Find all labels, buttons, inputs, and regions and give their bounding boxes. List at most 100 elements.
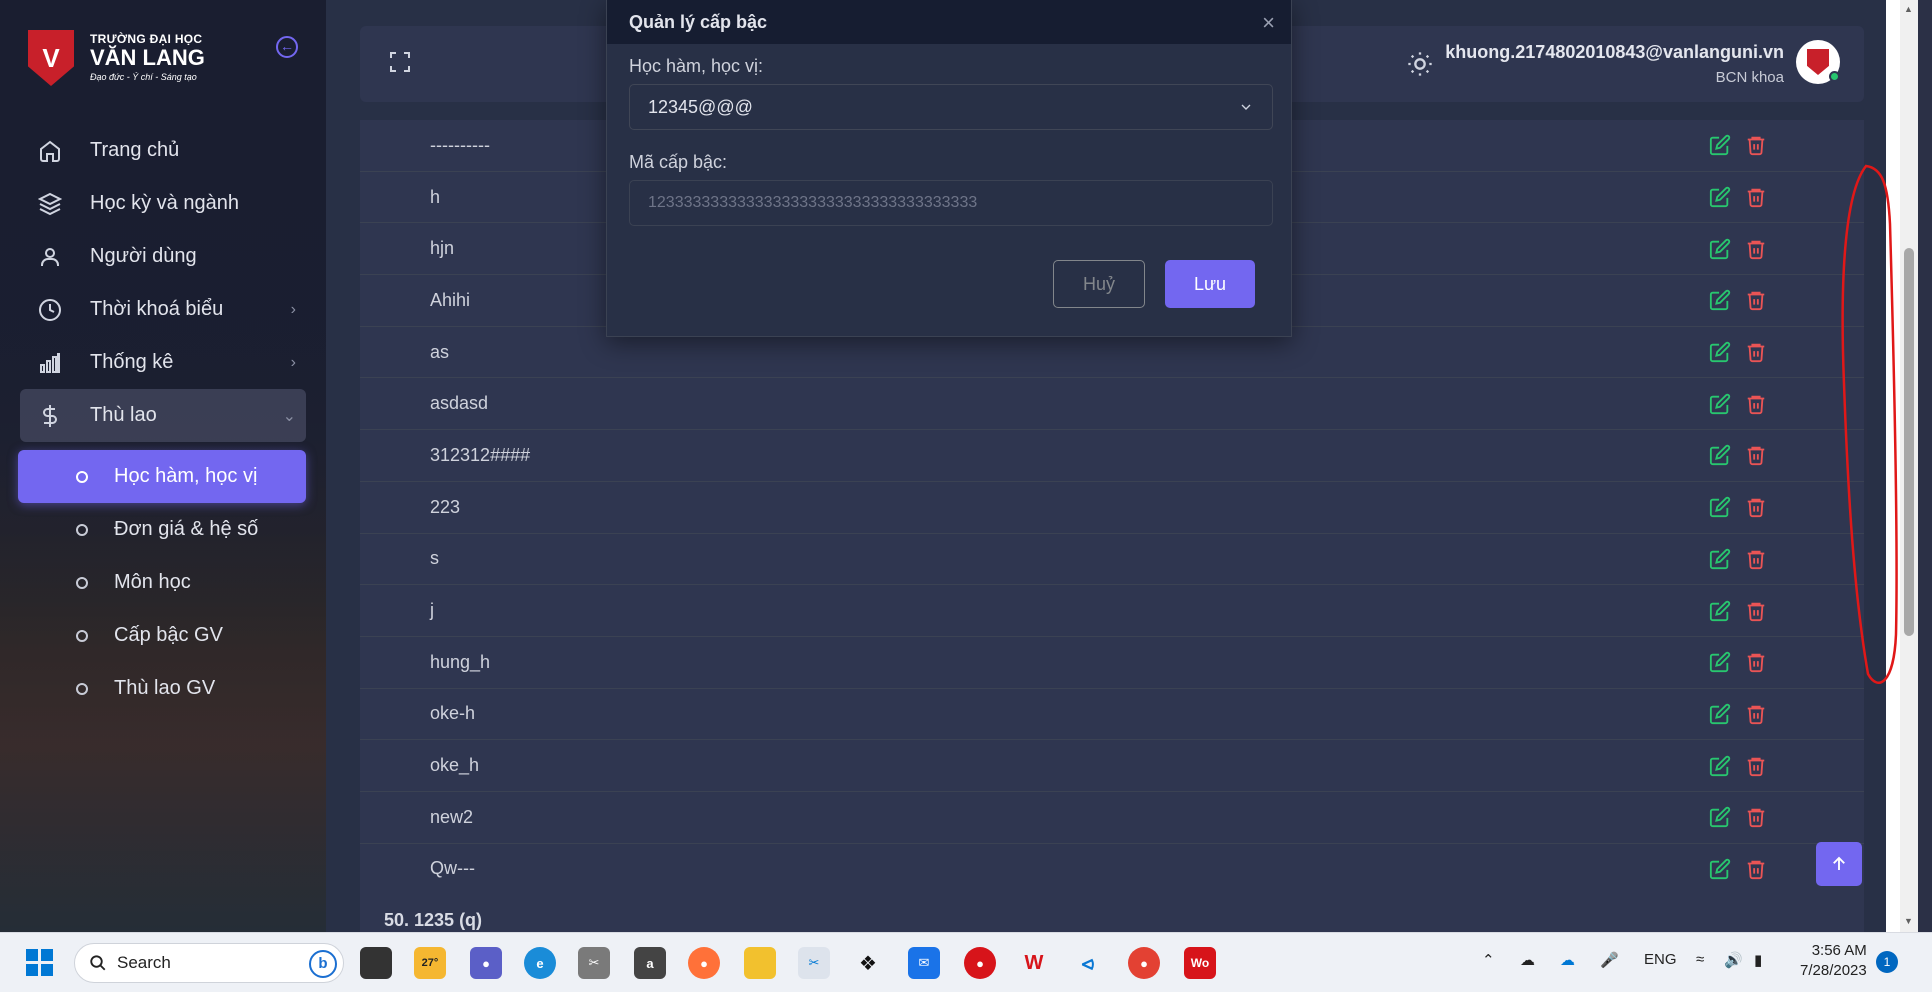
scroll-up-icon[interactable]: ▲ [1904,4,1913,14]
trash-icon[interactable] [1744,340,1768,364]
mail-icon[interactable]: ✉ [908,947,940,979]
trash-icon[interactable] [1744,237,1768,261]
trash-icon[interactable] [1744,443,1768,467]
trash-icon[interactable] [1744,805,1768,829]
notification-badge[interactable]: 1 [1876,951,1898,973]
sidebar-subitem-unit-price[interactable]: Đơn giá & hệ số [0,503,326,556]
table-row: 312312#### [360,430,1864,482]
amazon-icon[interactable]: a [634,947,666,979]
user-icon [36,243,64,271]
sidebar-item-semester[interactable]: Học kỳ và ngành [0,177,326,230]
edit-icon[interactable] [1708,754,1732,778]
edit-icon[interactable] [1708,702,1732,726]
edit-icon[interactable] [1708,340,1732,364]
taskbar-search[interactable]: Search b [74,943,344,983]
sidebar-item-users[interactable]: Người dùng [0,230,326,283]
wifi-icon[interactable]: ≈ [1696,951,1704,968]
fullscreen-icon[interactable] [388,50,412,74]
chevron-up-icon[interactable]: ⌃ [1482,951,1495,969]
rank-code-label: Mã cấp bậc: [629,152,728,172]
vscode-icon[interactable]: ⪦ [1072,947,1104,979]
edit-icon[interactable] [1708,392,1732,416]
save-button[interactable]: Lưu [1165,260,1255,308]
edit-icon[interactable] [1708,805,1732,829]
clock-date: 7/28/2023 [1800,962,1867,980]
system-clock[interactable]: 3:56 AM 7/28/2023 [1800,941,1867,982]
trash-icon[interactable] [1744,857,1768,881]
sidebar-subitem-label: Học hàm, học vị [114,465,258,487]
logo-shield-icon [1807,49,1829,75]
sidebar-item-remuneration[interactable]: Thù lao ⌄ [20,389,306,442]
table-cell-name: oke-h [430,703,476,724]
task-view-icon[interactable] [360,947,392,979]
trash-icon[interactable] [1744,185,1768,209]
wps-icon[interactable]: W [1018,947,1050,979]
trash-icon[interactable] [1744,650,1768,674]
edit-icon[interactable] [1708,650,1732,674]
user-info[interactable]: khuong.2174802010843@vanlanguni.vn BCN k… [1445,42,1784,86]
table-cell-name: 223 [430,496,461,517]
teams-icon[interactable]: ● [470,947,502,979]
chrome-icon[interactable]: ● [1128,947,1160,979]
sidebar-subitem-label: Thù lao GV [114,677,216,699]
scrollbar-thumb[interactable] [1904,248,1914,636]
edge-icon[interactable]: e [524,947,556,979]
academic-title-select[interactable]: 12345@@@ [629,84,1273,130]
collapse-sidebar-icon[interactable]: ← [276,36,298,58]
avatar[interactable] [1796,40,1840,84]
wps-office-icon[interactable]: Wo [1184,947,1216,979]
battery-icon[interactable]: ▮ [1754,951,1762,969]
microphone-icon[interactable]: 🎤 [1600,951,1619,969]
file-explorer-icon[interactable] [744,947,776,979]
sun-icon[interactable] [1406,50,1434,83]
edit-icon[interactable] [1708,133,1732,157]
trash-icon[interactable] [1744,599,1768,623]
sidebar-subitem-lecturer-rank[interactable]: Cấp bậc GV [0,609,326,662]
table-cell-name: Qw--- [430,858,475,879]
page-scrollbar[interactable]: ▲ ▼ [1900,0,1918,932]
riot-icon[interactable]: ● [964,947,996,979]
circle-icon [76,576,88,589]
language-indicator[interactable]: ENG [1644,951,1677,968]
sidebar-subitem-subjects[interactable]: Môn học [0,556,326,609]
onedrive-icon[interactable]: ☁ [1560,951,1575,969]
edit-icon[interactable] [1708,288,1732,312]
trash-icon[interactable] [1744,495,1768,519]
trash-icon[interactable] [1744,547,1768,571]
cancel-button[interactable]: Huỷ [1053,260,1145,308]
edit-icon[interactable] [1708,599,1732,623]
weather-icon[interactable]: 27° [414,947,446,979]
sidebar-item-timetable[interactable]: Thời khoá biểu › [0,283,326,336]
edit-icon[interactable] [1708,495,1732,519]
trash-icon[interactable] [1744,754,1768,778]
windows-start-icon[interactable] [26,949,53,976]
trash-icon[interactable] [1744,288,1768,312]
sidebar-subitem-academic-title[interactable]: Học hàm, học vị [18,450,306,503]
sidebar-subitem-lecturer-pay[interactable]: Thù lao GV [0,662,326,715]
edit-icon[interactable] [1708,185,1732,209]
trash-icon[interactable] [1744,702,1768,726]
sidebar-item-statistics[interactable]: Thống kê › [0,336,326,389]
table-cell-name: Ahihi [430,289,471,310]
edit-icon[interactable] [1708,443,1732,467]
dropbox-icon[interactable]: ❖ [852,947,884,979]
bing-icon[interactable]: b [309,950,337,978]
firefox-icon[interactable]: ● [688,947,720,979]
volume-icon[interactable]: 🔊 [1724,951,1743,969]
edit-icon[interactable] [1708,237,1732,261]
chevron-down-icon: ⌄ [282,407,296,425]
rank-code-input[interactable]: 1233333333333333333333333333333333333 [629,180,1273,226]
snipping-tool-icon[interactable]: ✂ [578,947,610,979]
cloud-icon[interactable]: ☁ [1520,951,1535,969]
trash-icon[interactable] [1744,392,1768,416]
scroll-to-top-button[interactable] [1816,842,1862,886]
sidebar-item-home[interactable]: Trang chủ [0,124,326,177]
edit-icon[interactable] [1708,857,1732,881]
scroll-down-icon[interactable]: ▼ [1904,916,1913,926]
edit-icon[interactable] [1708,547,1732,571]
brand-logo[interactable]: V TRƯỜNG ĐẠI HỌC VĂN LANG Đạo đức - Ý ch… [28,30,205,86]
snip-sketch-icon[interactable]: ✂ [798,947,830,979]
trash-icon[interactable] [1744,133,1768,157]
close-icon[interactable]: × [1262,10,1275,36]
modal-title: Quản lý cấp bậc [629,11,768,32]
